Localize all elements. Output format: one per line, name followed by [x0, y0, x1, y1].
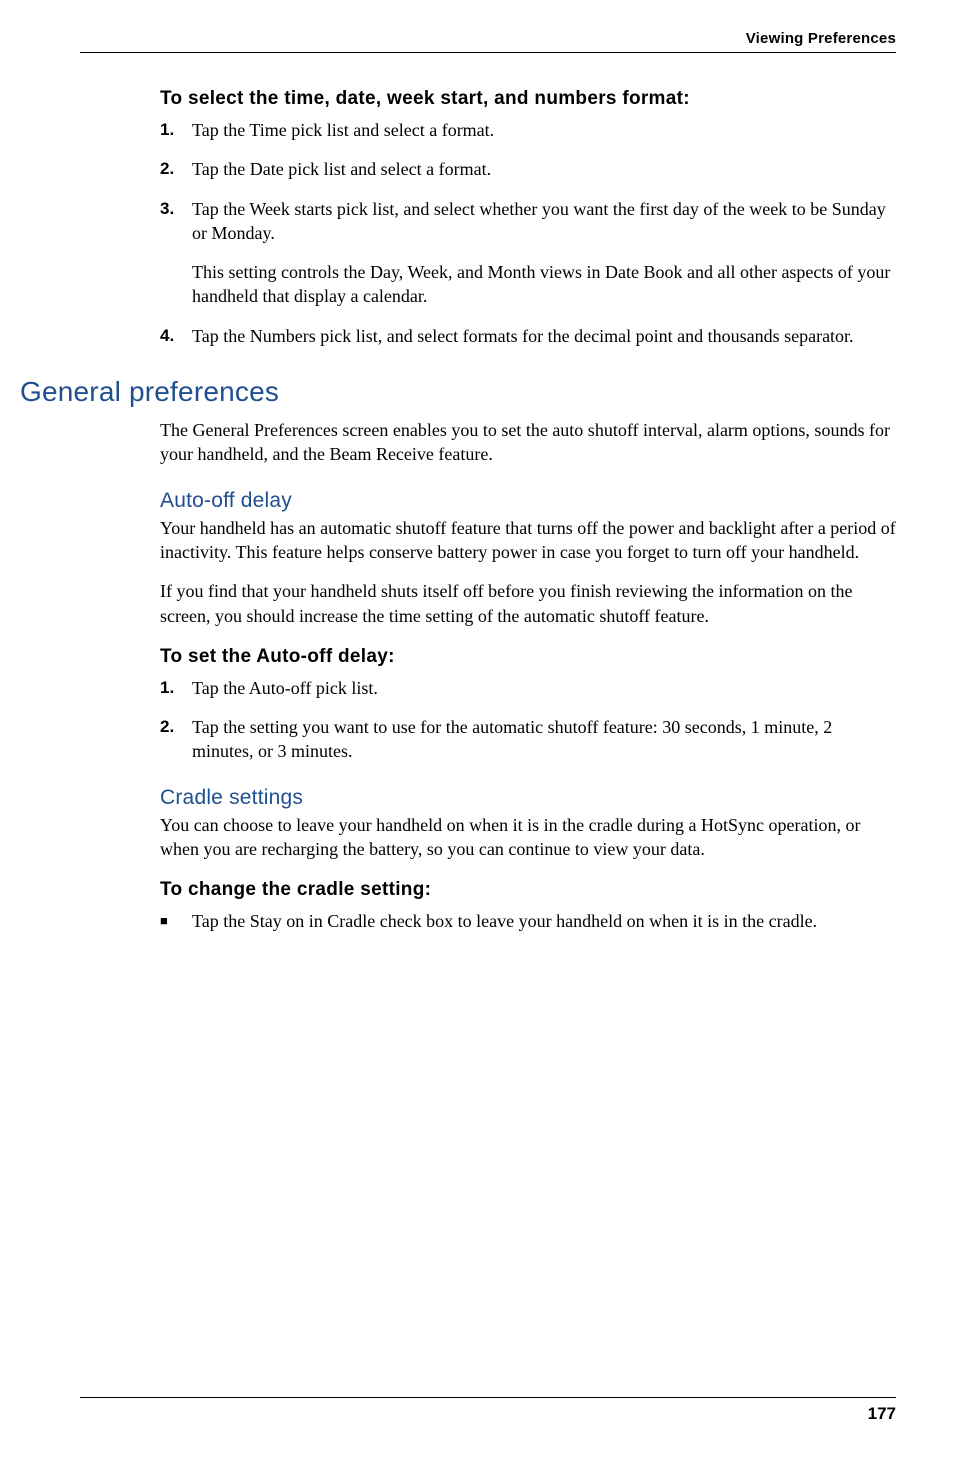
- subsection-heading: Cradle settings: [160, 786, 896, 810]
- list-item: 1. Tap the Auto-off pick list.: [160, 676, 896, 700]
- list-item: 2. Tap the setting you want to use for t…: [160, 715, 896, 764]
- body-paragraph: Your handheld has an automatic shutoff f…: [160, 516, 896, 565]
- list-number: 4.: [160, 324, 192, 348]
- list-text: Tap the setting you want to use for the …: [192, 715, 896, 764]
- body-paragraph: You can choose to leave your handheld on…: [160, 813, 896, 862]
- list-text: Tap the Week starts pick list, and selec…: [192, 197, 896, 309]
- body-paragraph: The General Preferences screen enables y…: [160, 418, 896, 467]
- list-item: 1. Tap the Time pick list and select a f…: [160, 118, 896, 142]
- list-subtext: This setting controls the Day, Week, and…: [192, 260, 896, 309]
- page-header: Viewing Preferences: [80, 30, 896, 53]
- body-paragraph: If you find that your handheld shuts its…: [160, 579, 896, 628]
- list-number: 2.: [160, 715, 192, 764]
- procedure-heading: To set the Auto-off delay:: [160, 646, 896, 668]
- header-title: Viewing Preferences: [80, 30, 896, 47]
- list-number: 3.: [160, 197, 192, 309]
- bullet-icon: ■: [160, 909, 192, 933]
- list-text: Tap the Date pick list and select a form…: [192, 157, 896, 181]
- page-footer: 177: [80, 1397, 896, 1424]
- list-item: 4. Tap the Numbers pick list, and select…: [160, 324, 896, 348]
- procedure-heading: To select the time, date, week start, an…: [160, 88, 896, 110]
- list-text-main: Tap the Week starts pick list, and selec…: [192, 199, 886, 243]
- list-text: Tap the Stay on in Cradle check box to l…: [192, 909, 896, 933]
- list-item: 2. Tap the Date pick list and select a f…: [160, 157, 896, 181]
- list-number: 1.: [160, 118, 192, 142]
- list-number: 2.: [160, 157, 192, 181]
- list-text: Tap the Numbers pick list, and select fo…: [192, 324, 896, 348]
- subsection-heading: Auto-off delay: [160, 489, 896, 513]
- list-number: 1.: [160, 676, 192, 700]
- procedure-heading: To change the cradle setting:: [160, 879, 896, 901]
- list-item: ■ Tap the Stay on in Cradle check box to…: [160, 909, 896, 933]
- list-text: Tap the Auto-off pick list.: [192, 676, 896, 700]
- page-number: 177: [80, 1404, 896, 1424]
- list-item: 3. Tap the Week starts pick list, and se…: [160, 197, 896, 309]
- section-heading: General preferences: [20, 376, 896, 408]
- list-text: Tap the Time pick list and select a form…: [192, 118, 896, 142]
